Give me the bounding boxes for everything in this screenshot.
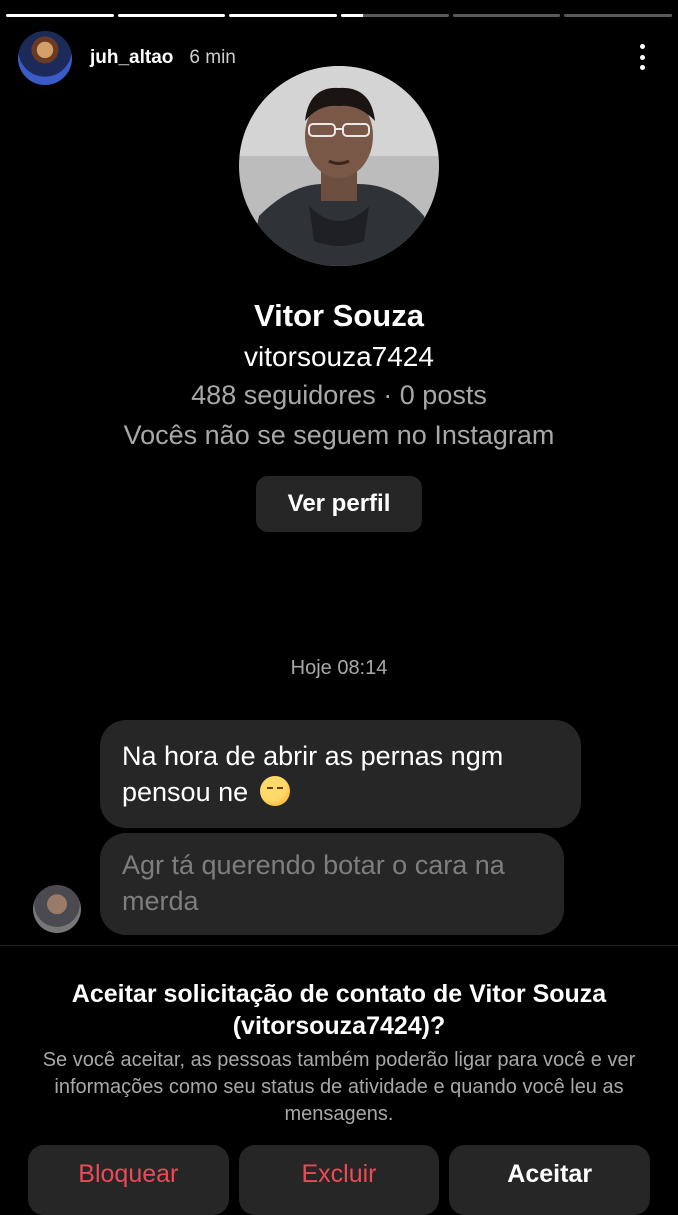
request-actions: Bloquear Excluir Aceitar <box>28 1145 651 1215</box>
progress-segment <box>117 14 226 17</box>
progress-segment <box>452 14 561 17</box>
story-timestamp: 6 min <box>189 47 236 68</box>
message-timestamp: Hoje 08:14 <box>290 657 388 679</box>
story-progress-bar <box>6 14 673 17</box>
story-author-username[interactable]: juh_altao <box>90 47 173 69</box>
progress-segment <box>564 14 673 17</box>
profile-stats: 488 seguidores · 0 posts <box>191 380 487 410</box>
profile-name: Vitor Souza <box>254 298 424 333</box>
message-request-panel: Aceitar solicitação de contato de Vitor … <box>0 945 678 1215</box>
more-options-icon[interactable] <box>628 40 656 74</box>
progress-segment <box>229 14 338 17</box>
view-profile-button[interactable]: Ver perfil <box>256 476 422 532</box>
tired-face-emoji-icon <box>259 776 290 806</box>
request-description: Se você aceitar, as pessoas também poder… <box>42 1049 636 1125</box>
progress-segment <box>341 14 449 17</box>
sender-avatar[interactable] <box>33 885 81 933</box>
delete-button[interactable]: Excluir <box>238 1145 440 1215</box>
block-button[interactable]: Bloquear <box>28 1145 229 1215</box>
request-title: Aceitar solicitação de contato de Vitor … <box>71 980 607 1040</box>
message-text: Na hora de abrir as pernas ngm pensou ne <box>122 741 504 807</box>
message-bubble[interactable]: Na hora de abrir as pernas ngm pensou ne <box>100 720 581 828</box>
profile-photo[interactable] <box>239 66 439 266</box>
profile-photo-image <box>239 66 439 266</box>
message-text: Agr tá querendo botar o cara na merda <box>122 850 505 916</box>
message-bubble[interactable]: Agr tá querendo botar o cara na merda <box>100 833 564 935</box>
progress-segment <box>6 14 114 17</box>
accept-button[interactable]: Aceitar <box>449 1145 651 1215</box>
story-author-avatar[interactable] <box>18 31 72 85</box>
follow-status-text: Vocês não se seguem no Instagram <box>123 420 555 450</box>
profile-username: vitorsouza7424 <box>244 341 434 372</box>
